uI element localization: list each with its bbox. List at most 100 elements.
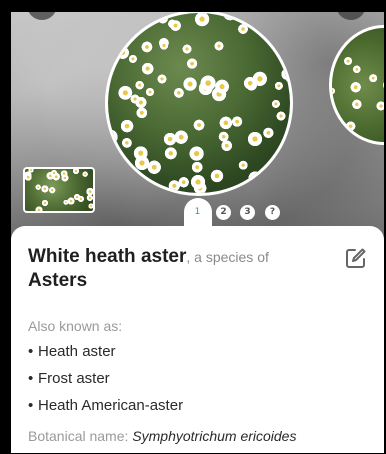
flower-dot [41, 199, 49, 207]
flower-dot [213, 40, 224, 51]
list-item: • Heath aster [28, 343, 183, 370]
flower-dot [25, 173, 33, 182]
flower-dot [191, 161, 203, 173]
species-connector: , a species of [186, 249, 269, 265]
flower-dot [40, 184, 50, 194]
flower-dot [376, 101, 384, 112]
flower-dot [86, 187, 93, 196]
flower-dot [220, 139, 234, 152]
flower-dot [237, 23, 249, 35]
flower-dot [130, 94, 141, 104]
flower-dot [49, 187, 56, 194]
flower-dot [222, 13, 239, 22]
also-known-as-label: Also known as: [28, 318, 123, 334]
flower-dot [88, 203, 93, 210]
flower-dot [243, 76, 257, 91]
flower-dot [132, 145, 149, 162]
flower-dot [352, 65, 361, 74]
flower-dot [247, 130, 264, 147]
flower-dot [124, 175, 136, 187]
flower-dot [60, 169, 68, 178]
flower-cluster [332, 28, 384, 142]
flower-dot [238, 160, 249, 171]
flower-dot [334, 28, 342, 35]
flower-dot [382, 79, 384, 91]
flower-dot [279, 26, 290, 38]
flower-dot [193, 118, 206, 131]
flower-cluster [25, 169, 93, 211]
flower-dot [140, 61, 155, 76]
also-known-as-list: • Heath aster • Frost aster • Heath America… [28, 343, 183, 424]
flower-dot [214, 78, 231, 95]
flower-dot [351, 99, 363, 110]
flower-dot [254, 14, 264, 24]
list-item: • Heath American-aster [28, 397, 183, 424]
flower-dot [343, 56, 353, 66]
botanical-name-row: Botanical name: Symphyotrichum ericoides [28, 428, 296, 444]
flower-dot [164, 146, 178, 161]
flower-dot [279, 171, 290, 183]
page-dot-3[interactable]: 3 [240, 205, 255, 220]
common-name: White heath aster [28, 246, 187, 267]
plant-title: White heath aster, a species of Asters [28, 246, 338, 292]
flower-dot [274, 81, 284, 91]
flower-dot [35, 184, 42, 190]
flower-cluster [108, 13, 290, 193]
flower-dot [156, 74, 167, 85]
flower-dot [188, 145, 206, 162]
list-item: • Frost aster [28, 370, 183, 397]
bullet: • [28, 343, 34, 360]
genus-name[interactable]: Asters [28, 270, 338, 292]
page-dot-1[interactable]: 1 [190, 205, 205, 220]
photo-carousel[interactable]: 1 2 3 ? [11, 12, 384, 262]
flower-dot [267, 179, 279, 191]
flower-dot [247, 170, 263, 186]
flower-dot [262, 127, 274, 139]
app-screen: 1 2 3 ? White heath aster, a species of … [11, 12, 384, 453]
flower-dot [332, 87, 336, 95]
alias-name: Heath American-aster [38, 397, 184, 414]
flower-dot [163, 132, 178, 147]
flower-dot [27, 169, 34, 174]
flower-dot [34, 205, 43, 211]
flower-dot [349, 81, 362, 94]
page-dot-unknown[interactable]: ? [265, 205, 280, 220]
flower-dot [182, 76, 198, 92]
flower-dot [156, 13, 169, 25]
flower-dot [182, 44, 193, 55]
flower-dot [134, 80, 145, 90]
next-plant-photo[interactable] [329, 25, 384, 145]
flower-dot [178, 176, 190, 189]
flower-dot [73, 193, 81, 201]
flower-dot [194, 13, 211, 28]
flower-dot [72, 169, 80, 175]
bullet: • [28, 370, 34, 387]
flower-dot [185, 57, 198, 70]
page-indicator: 1 2 3 ? [184, 198, 294, 234]
flower-dot [173, 87, 185, 99]
pencil-square-icon[interactable] [345, 247, 367, 269]
flower-dot [368, 74, 378, 83]
flower-dot [145, 87, 155, 97]
botanical-name: Symphyotrichum ericoides [132, 428, 297, 444]
bullet: • [28, 397, 34, 414]
flower-dot [120, 118, 134, 133]
flower-dot [231, 115, 243, 128]
page-dot-2[interactable]: 2 [216, 205, 231, 220]
main-plant-photo[interactable] [105, 12, 293, 196]
flower-dot [169, 19, 183, 33]
flower-dot [209, 168, 224, 183]
flower-dot [276, 111, 287, 122]
alias-name: Heath aster [38, 343, 116, 360]
flower-dot [81, 171, 88, 178]
plant-info-card: White heath aster, a species of Asters A… [11, 226, 384, 453]
flower-dot [128, 54, 138, 64]
flower-dot [218, 115, 233, 130]
flower-dot [140, 40, 154, 53]
flower-dot [345, 120, 356, 132]
user-photo-thumbnail[interactable] [23, 167, 95, 213]
botanical-label: Botanical name: [28, 428, 133, 444]
alias-name: Frost aster [38, 370, 110, 387]
flower-dot [147, 160, 162, 175]
flower-dot [135, 106, 149, 119]
